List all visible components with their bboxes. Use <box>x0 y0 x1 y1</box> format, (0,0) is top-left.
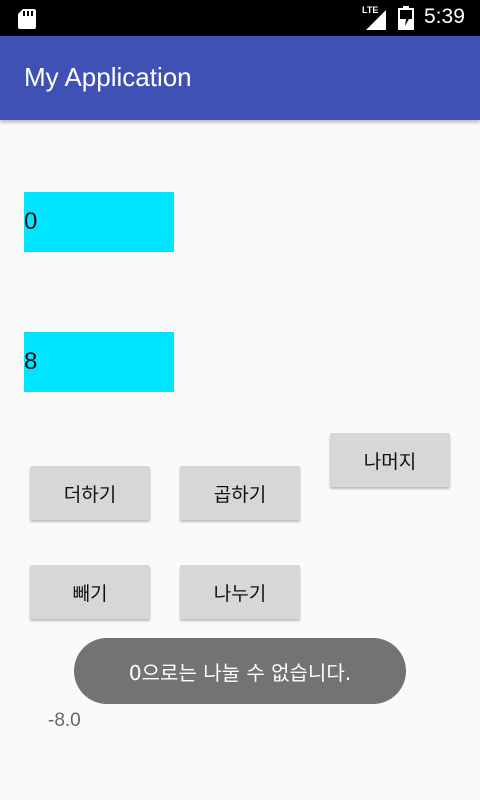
add-button[interactable]: 더하기 <box>30 466 150 520</box>
toast-message: 0으로는 나눌 수 없습니다. <box>74 638 406 704</box>
divide-button[interactable]: 나누기 <box>180 565 300 619</box>
battery-icon <box>398 6 414 30</box>
second-number-field[interactable]: 8 <box>24 332 174 392</box>
result-text: -8.0 <box>48 710 81 731</box>
app-title: My Application <box>24 62 192 92</box>
signal-icon <box>366 10 386 30</box>
remainder-button[interactable]: 나머지 <box>330 433 450 487</box>
first-number-field[interactable]: 0 <box>24 192 174 252</box>
app-bar: My Application <box>0 36 480 120</box>
subtract-button[interactable]: 빼기 <box>30 565 150 619</box>
status-bar: LTE 5:39 <box>0 0 480 36</box>
sd-card-icon <box>18 9 36 29</box>
status-time: 5:39 <box>424 5 465 28</box>
multiply-button[interactable]: 곱하기 <box>180 466 300 520</box>
